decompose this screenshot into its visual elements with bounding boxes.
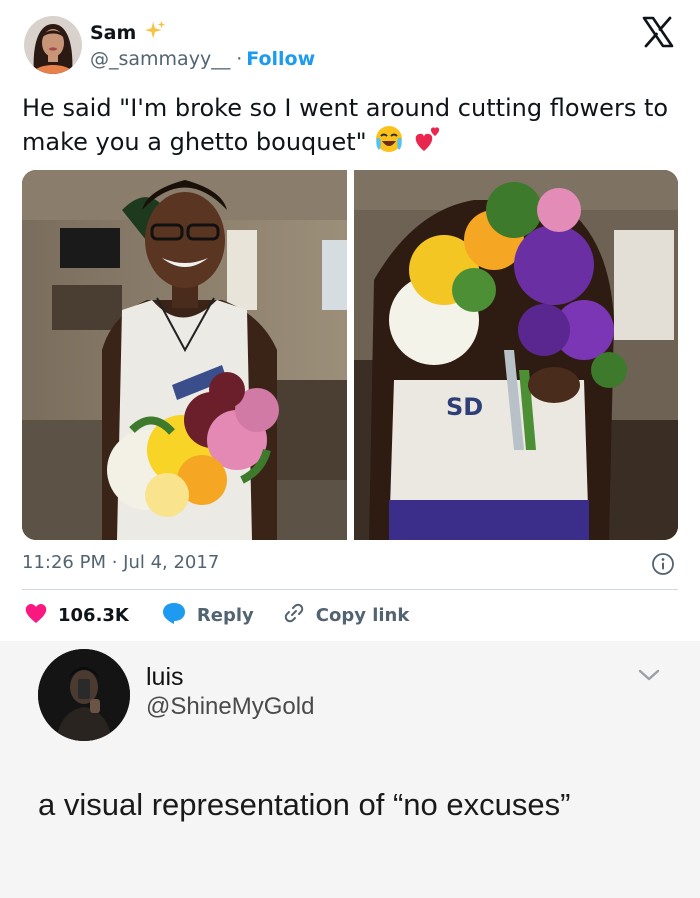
copy-link-button[interactable]: Copy link xyxy=(282,601,410,630)
author-name-row: Sam xyxy=(90,20,166,46)
reply-button[interactable]: Reply xyxy=(161,601,254,630)
sparkles-icon xyxy=(144,20,166,46)
heart-icon xyxy=(24,602,48,629)
reply-card: luis @ShineMyGold a visual representatio… xyxy=(0,641,700,898)
info-icon[interactable] xyxy=(651,552,675,576)
crying-laughing-emoji xyxy=(374,124,404,162)
photo-bouquet-closeup[interactable]: SD xyxy=(354,170,678,540)
chevron-down-icon[interactable] xyxy=(636,665,662,685)
svg-text:SD: SD xyxy=(446,393,483,421)
follow-button[interactable]: Follow xyxy=(246,48,315,70)
author-handle[interactable]: @_sammayy__ xyxy=(90,48,230,70)
photo-man-with-bouquet[interactable] xyxy=(22,170,347,540)
author-handle-row: @_sammayy__ · Follow xyxy=(90,48,315,70)
divider xyxy=(22,589,678,590)
like-button[interactable]: 106.3K xyxy=(24,602,129,629)
avatar[interactable] xyxy=(24,16,82,74)
tweet-timestamp[interactable]: 11:26 PM · Jul 4, 2017 xyxy=(22,552,219,573)
like-count: 106.3K xyxy=(58,604,129,626)
tweet-text: He said "I'm broke so I went around cutt… xyxy=(22,94,669,156)
link-icon xyxy=(282,601,306,630)
tweet-card: Sam @_sammayy__ · Follow He said "I'm br… xyxy=(0,0,700,641)
reply-bubble-icon xyxy=(161,601,187,630)
copy-link-label: Copy link xyxy=(315,604,410,626)
two-hearts-emoji xyxy=(412,124,442,162)
reply-author-handle[interactable]: @ShineMyGold xyxy=(146,693,314,721)
reply-label: Reply xyxy=(196,604,254,626)
separator: · xyxy=(236,48,243,70)
x-logo-icon[interactable] xyxy=(640,14,676,50)
avatar[interactable] xyxy=(38,649,130,741)
reply-author-name[interactable]: luis xyxy=(146,663,184,692)
author-name[interactable]: Sam xyxy=(90,22,136,44)
tweet-actions: 106.3K Reply Copy link xyxy=(24,601,409,629)
tweet-text-block: He said "I'm broke so I went around cutt… xyxy=(22,92,682,162)
reply-text: a visual representation of “no excuses” xyxy=(38,787,571,822)
